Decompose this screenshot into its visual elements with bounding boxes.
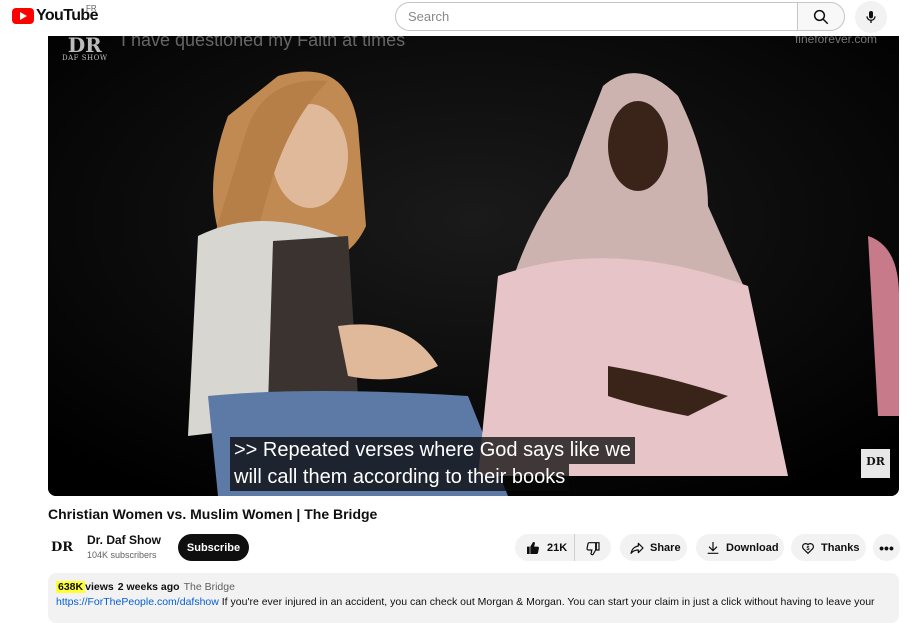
video-overlay-site: fineforever.com xyxy=(794,36,877,46)
view-count-suffix: views xyxy=(85,581,114,593)
subscribe-button[interactable]: Subscribe xyxy=(178,534,249,561)
like-count: 21K xyxy=(547,541,568,554)
channel-branding-logo[interactable]: DR xyxy=(861,449,890,478)
more-actions-button[interactable]: ••• xyxy=(873,534,900,561)
microphone-icon xyxy=(866,11,876,23)
video-title: Christian Women vs. Muslim Women | The B… xyxy=(48,506,378,522)
share-label: Share xyxy=(650,541,681,554)
channel-watermark: DR DAF SHOW xyxy=(62,36,108,62)
description-text-line: https://ForThePeople.com/dafshow If you'… xyxy=(56,596,891,608)
dislike-button[interactable] xyxy=(575,534,611,561)
thumbs-up-icon xyxy=(527,541,539,554)
view-count: 638K xyxy=(56,581,86,593)
thanks-label: Thanks xyxy=(821,541,860,554)
description-text: If you're ever injured in an accident, y… xyxy=(221,596,875,608)
voice-search-button[interactable] xyxy=(855,1,887,33)
series-tag[interactable]: The Bridge xyxy=(184,581,235,593)
description-meta: 638K views 2 weeks ago The Bridge xyxy=(56,581,891,593)
masthead: YouTube FR Search xyxy=(0,0,911,36)
channel-name[interactable]: Dr. Daf Show xyxy=(87,533,161,547)
caption-line: >> Repeated verses where God says like w… xyxy=(230,437,635,464)
subscriber-count: 104K subscribers xyxy=(87,550,157,560)
watermark-subtitle: DAF SHOW xyxy=(62,54,108,62)
download-button[interactable]: Download xyxy=(696,534,784,561)
thumbs-down-icon xyxy=(586,541,600,555)
share-icon xyxy=(630,542,644,554)
share-button[interactable]: Share xyxy=(620,534,687,561)
download-label: Download xyxy=(726,541,779,554)
publish-date: 2 weeks ago xyxy=(117,581,180,593)
video-frame xyxy=(48,36,899,496)
channel-avatar[interactable]: DR xyxy=(48,533,76,561)
video-overlay-title: I have questioned my Faith at times xyxy=(121,36,406,50)
svg-text:$: $ xyxy=(807,546,810,552)
region-code: FR xyxy=(86,4,97,13)
description-link[interactable]: https://ForThePeople.com/dafshow xyxy=(56,596,219,608)
youtube-play-icon xyxy=(12,8,34,24)
captions: >> Repeated verses where God says like w… xyxy=(230,437,635,491)
video-player[interactable]: DR DAF SHOW I have questioned my Faith a… xyxy=(48,36,899,496)
like-button[interactable]: 21K xyxy=(515,534,575,561)
search-button[interactable] xyxy=(797,2,845,31)
search-input[interactable]: Search xyxy=(395,2,798,31)
super-thanks-icon: $ xyxy=(802,542,814,554)
search-icon xyxy=(813,9,829,24)
thanks-button[interactable]: $ Thanks xyxy=(791,534,866,561)
like-dislike-group: 21K xyxy=(515,534,611,561)
watermark-logo: DR xyxy=(67,36,102,57)
more-icon: ••• xyxy=(879,539,894,556)
caption-line: will call them according to their books xyxy=(230,464,570,491)
download-icon xyxy=(707,541,719,554)
youtube-logo[interactable]: YouTube xyxy=(12,7,98,25)
